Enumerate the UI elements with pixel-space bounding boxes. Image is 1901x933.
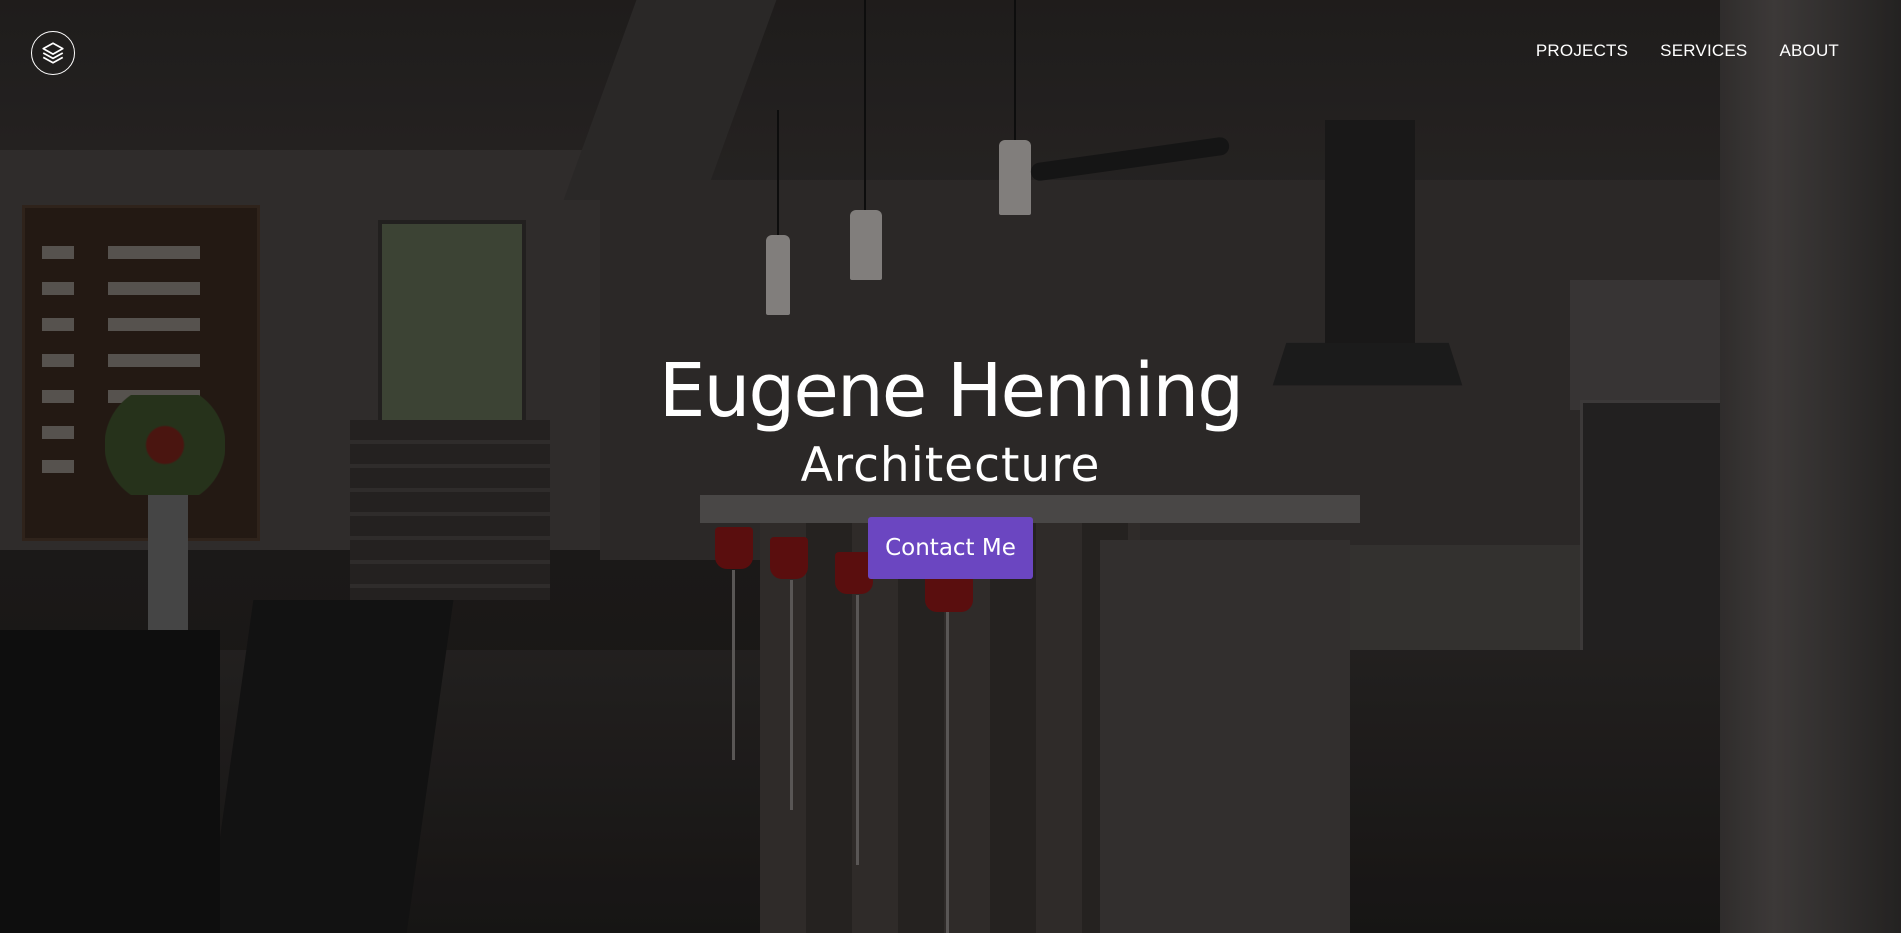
hero-section: PROJECTS SERVICES ABOUT Eugene Henning A… <box>0 0 1901 933</box>
hero-subtitle: Architecture <box>800 438 1101 493</box>
hero-title: Eugene Henning <box>658 348 1245 434</box>
hero-content: Eugene Henning Architecture Contact Me <box>0 345 1901 579</box>
contact-me-button[interactable]: Contact Me <box>868 517 1033 579</box>
main-nav: PROJECTS SERVICES ABOUT <box>1536 41 1839 61</box>
nav-services-link[interactable]: SERVICES <box>1660 41 1747 61</box>
nav-projects-link[interactable]: PROJECTS <box>1536 41 1628 61</box>
nav-about-link[interactable]: ABOUT <box>1779 41 1839 61</box>
logo-button[interactable] <box>31 31 75 75</box>
layers-icon <box>42 42 64 64</box>
